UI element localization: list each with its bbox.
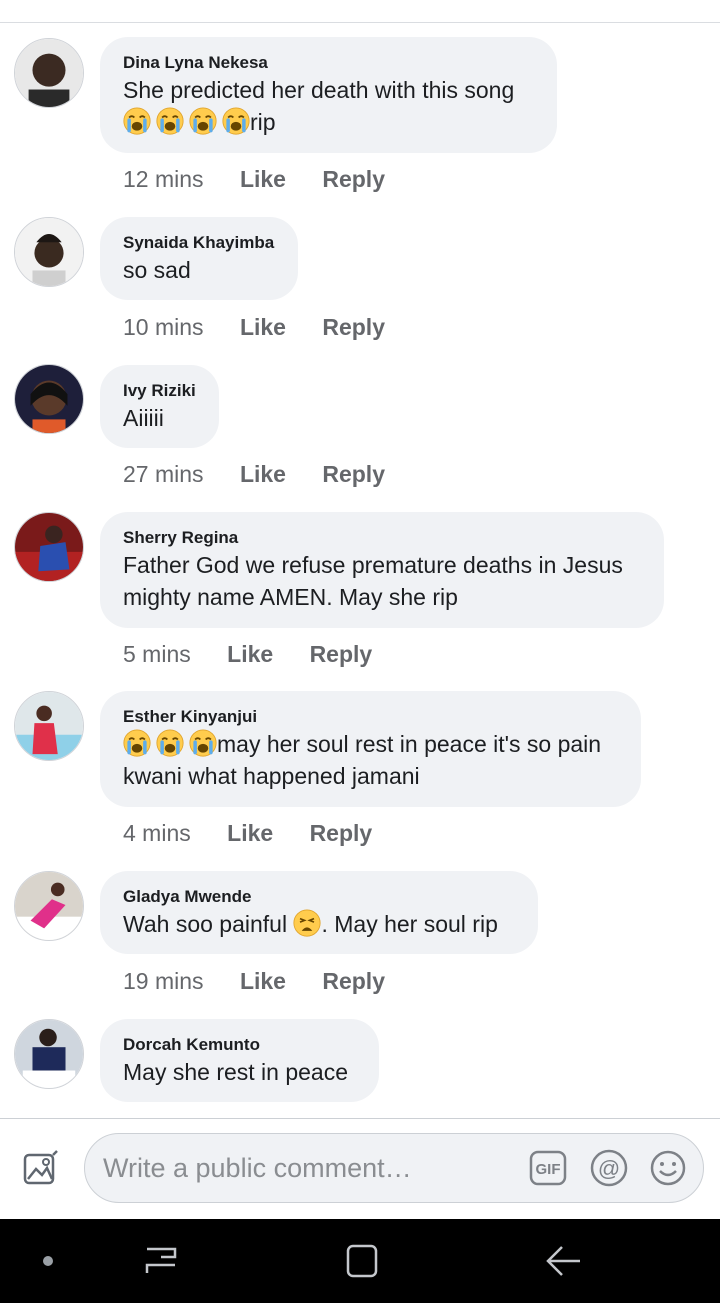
- comment-author[interactable]: Dina Lyna Nekesa: [123, 52, 534, 74]
- comment-bubble[interactable]: Sherry Regina Father God we refuse prema…: [100, 512, 664, 628]
- comment-meta: 27 mins Like Reply: [123, 461, 385, 488]
- photo-icon[interactable]: [20, 1149, 60, 1189]
- gif-label: GIF: [536, 1161, 561, 1178]
- mention-label: @: [598, 1156, 620, 1181]
- like-button[interactable]: Like: [240, 314, 286, 341]
- loudly-crying-face-icon: [156, 107, 184, 135]
- avatar[interactable]: [14, 1019, 84, 1089]
- reply-button[interactable]: Reply: [310, 820, 373, 847]
- loudly-crying-face-icon: [189, 729, 217, 757]
- comment-text: so sad: [123, 254, 275, 286]
- comment-author[interactable]: Sherry Regina: [123, 527, 641, 549]
- comment-line: so sad: [123, 257, 191, 283]
- at-sign-icon[interactable]: @: [590, 1149, 628, 1187]
- comment-author[interactable]: Dorcah Kemunto: [123, 1034, 356, 1056]
- comment-time[interactable]: 12 mins: [123, 166, 204, 193]
- comment-input-placeholder[interactable]: Write a public comment…: [103, 1153, 412, 1184]
- loudly-crying-face-icon: [123, 107, 151, 135]
- comment-time[interactable]: 27 mins: [123, 461, 204, 488]
- comment-line-text: may her soul rest in peace it's so pain: [217, 731, 602, 757]
- comment-time[interactable]: 5 mins: [123, 641, 191, 668]
- loudly-crying-face-icon: [156, 729, 184, 757]
- comment-text: She predicted her death with this song r…: [123, 74, 534, 138]
- avatar[interactable]: [14, 512, 84, 582]
- avatar[interactable]: [14, 38, 84, 108]
- avatar[interactable]: [14, 871, 84, 941]
- reply-button[interactable]: Reply: [322, 968, 385, 995]
- recents-icon[interactable]: [139, 1239, 183, 1283]
- comment-bubble[interactable]: Dorcah Kemunto May she rest in peace: [100, 1019, 379, 1102]
- comment-line-with-emoji: may her soul rest in peace it's so pain: [123, 728, 618, 760]
- comment-time[interactable]: 4 mins: [123, 820, 191, 847]
- comment-text: Aiiiii: [123, 402, 196, 434]
- comment-bubble[interactable]: Gladya Mwende Wah soo painful . May her …: [100, 871, 538, 954]
- like-button[interactable]: Like: [240, 166, 286, 193]
- comment-line-with-emoji: Wah soo painful . May her soul rip: [123, 908, 515, 940]
- comments-screen: Dina Lyna Nekesa She predicted her death…: [0, 0, 720, 1303]
- loudly-crying-face-icon: [123, 729, 151, 757]
- weary-face-icon: [293, 909, 321, 937]
- reply-button[interactable]: Reply: [322, 314, 385, 341]
- like-button[interactable]: Like: [227, 820, 273, 847]
- comment-input[interactable]: Write a public comment… GIF @: [84, 1133, 704, 1203]
- comment-bubble[interactable]: Ivy Riziki Aiiiii: [100, 365, 219, 448]
- top-divider: [0, 22, 720, 23]
- comment-meta: 5 mins Like Reply: [123, 641, 372, 668]
- comment-line: mighty name AMEN. May she rip: [123, 584, 458, 610]
- smiley-icon[interactable]: [649, 1149, 687, 1187]
- like-button[interactable]: Like: [240, 461, 286, 488]
- comment-line: She predicted her death with this song: [123, 77, 515, 103]
- avatar[interactable]: [14, 364, 84, 434]
- comment-line: Aiiiii: [123, 405, 164, 431]
- comment-line: kwani what happened jamani: [123, 763, 420, 789]
- comment-bubble[interactable]: Esther Kinyanjui may her soul rest in pe…: [100, 691, 641, 807]
- back-arrow-icon[interactable]: [542, 1239, 586, 1283]
- comment-composer: Write a public comment… GIF @: [0, 1119, 720, 1219]
- comment-line-text: . May her soul rip: [321, 911, 498, 937]
- gif-icon[interactable]: GIF: [529, 1149, 567, 1187]
- like-button[interactable]: Like: [240, 968, 286, 995]
- comment-line-with-emoji: rip: [123, 106, 534, 138]
- loudly-crying-face-icon: [189, 107, 217, 135]
- comment-author[interactable]: Esther Kinyanjui: [123, 706, 618, 728]
- comment-line-text: rip: [250, 109, 276, 135]
- home-icon[interactable]: [340, 1239, 384, 1283]
- comment-line: May she rest in peace: [123, 1059, 349, 1085]
- comment-text: May she rest in peace: [123, 1056, 356, 1088]
- comment-line-text: Wah soo painful: [123, 911, 288, 937]
- reply-button[interactable]: Reply: [322, 166, 385, 193]
- avatar[interactable]: [14, 691, 84, 761]
- comment-text: Wah soo painful . May her soul rip: [123, 908, 515, 940]
- comment-time[interactable]: 10 mins: [123, 314, 204, 341]
- dot-icon[interactable]: [26, 1239, 70, 1283]
- reply-button[interactable]: Reply: [310, 641, 373, 668]
- comment-meta: 19 mins Like Reply: [123, 968, 385, 995]
- comment-author[interactable]: Gladya Mwende: [123, 886, 515, 908]
- comment-bubble[interactable]: Dina Lyna Nekesa She predicted her death…: [100, 37, 557, 153]
- comment-bubble[interactable]: Synaida Khayimba so sad: [100, 217, 298, 300]
- like-button[interactable]: Like: [227, 641, 273, 668]
- reply-button[interactable]: Reply: [322, 461, 385, 488]
- loudly-crying-face-icon: [222, 107, 250, 135]
- comment-time[interactable]: 19 mins: [123, 968, 204, 995]
- avatar[interactable]: [14, 217, 84, 287]
- comment-author[interactable]: Ivy Riziki: [123, 380, 196, 402]
- comment-text: may her soul rest in peace it's so pain …: [123, 728, 618, 792]
- comment-meta: 10 mins Like Reply: [123, 314, 385, 341]
- system-navigation-bar: [0, 1219, 720, 1303]
- comment-meta: 12 mins Like Reply: [123, 166, 385, 193]
- comment-author[interactable]: Synaida Khayimba: [123, 232, 275, 254]
- comment-line: Father God we refuse premature deaths in…: [123, 552, 623, 578]
- comment-text: Father God we refuse premature deaths in…: [123, 549, 641, 613]
- comment-meta: 4 mins Like Reply: [123, 820, 372, 847]
